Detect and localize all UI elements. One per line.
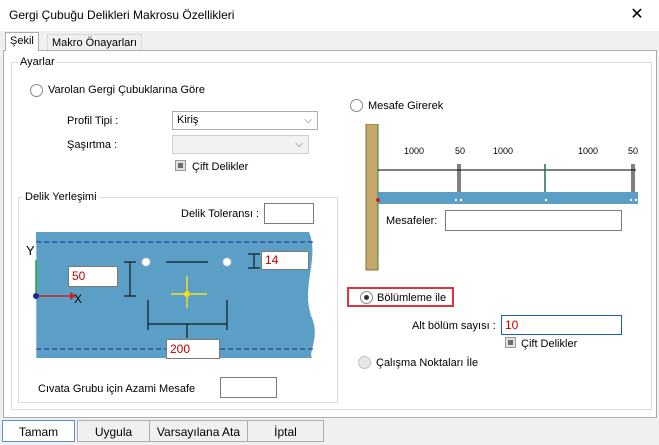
max-distance-input[interactable] xyxy=(220,377,277,398)
ok-button[interactable]: Tamam xyxy=(2,420,75,442)
chevron-down-icon: ⌵ xyxy=(295,139,303,150)
existing-rods-radio[interactable] xyxy=(30,84,43,97)
sub-count-label: Alt bölüm sayısı : xyxy=(412,320,496,332)
stagger-select[interactable]: ⌵ xyxy=(172,135,309,154)
distance-mode-label: Mesafe Girerek xyxy=(368,100,444,112)
y-axis-label: Y xyxy=(26,243,35,258)
beam-origin xyxy=(376,198,380,202)
sub-count-input[interactable]: 10 xyxy=(501,315,622,335)
tab-makro-onayarlari[interactable]: Makro Önayarları xyxy=(47,34,142,51)
center-point xyxy=(184,291,190,297)
hole-spacing-y-input[interactable]: 14 xyxy=(261,251,309,270)
beam-hole-3 xyxy=(544,198,548,202)
hole-left xyxy=(141,257,151,267)
profile-type-value: Kiriş xyxy=(177,114,199,126)
existing-double-holes-label: Çift Delikler xyxy=(192,161,249,173)
existing-rods-label: Varolan Gergi Çubuklarına Göre xyxy=(48,84,205,96)
column-shape xyxy=(365,124,379,271)
dim-label-2: 50 xyxy=(455,146,466,156)
existing-double-holes-checkbox[interactable] xyxy=(175,160,186,171)
hole-spacing-x-input[interactable]: 200 xyxy=(166,339,220,359)
distances-input[interactable] xyxy=(445,210,622,231)
dim-label-1: 1000 xyxy=(404,146,425,156)
distance-mode-radio[interactable] xyxy=(350,99,363,112)
division-mode-radio[interactable] xyxy=(360,291,373,304)
chevron-down-icon: ⌵ xyxy=(304,115,312,126)
dim-label-5: 50 xyxy=(628,146,639,156)
beam-hole-5 xyxy=(634,198,638,202)
profile-type-label: Profil Tipi : xyxy=(67,115,119,127)
dim-label-3: 1000 xyxy=(493,146,514,156)
profile-type-select[interactable]: Kiriş ⌵ xyxy=(172,111,318,130)
tolerance-input[interactable] xyxy=(264,203,314,224)
work-points-radio[interactable] xyxy=(358,356,371,369)
beam-shape xyxy=(378,192,638,204)
window-title: Gergi Çubuğu Delikleri Makrosu Özellikle… xyxy=(9,8,235,22)
work-points-label: Çalışma Noktaları İle xyxy=(376,357,479,369)
tab-sekil[interactable]: Şekil xyxy=(5,32,39,51)
y-offset-input[interactable]: 50 xyxy=(68,266,118,287)
tolerance-label: Delik Toleransı : xyxy=(181,208,260,220)
origin-point xyxy=(33,293,39,299)
distances-label: Mesafeler: xyxy=(386,215,438,227)
dim-label-4: 1000 xyxy=(578,146,599,156)
hole-right xyxy=(222,257,232,267)
beam-hole-2 xyxy=(459,198,463,202)
beam-hole-1 xyxy=(454,198,458,202)
cancel-button[interactable]: İptal xyxy=(247,420,324,442)
division-double-holes-label: Çift Delikler xyxy=(521,338,578,350)
apply-button[interactable]: Uygula xyxy=(77,420,150,442)
stagger-label: Şaşırtma : xyxy=(67,139,118,151)
close-icon[interactable]: ✕ xyxy=(627,5,647,25)
beam-hole-4 xyxy=(629,198,633,202)
division-double-holes-checkbox[interactable] xyxy=(505,337,516,348)
defaults-button[interactable]: Varsayılana Ata xyxy=(149,420,248,442)
division-mode-label: Bölümleme ile xyxy=(377,292,447,304)
x-axis-label: X xyxy=(74,292,83,306)
hole-placement-label: Delik Yerleşimi xyxy=(23,191,99,203)
settings-group-label: Ayarlar xyxy=(18,56,57,68)
max-distance-label: Cıvata Grubu için Azami Mesafe xyxy=(38,383,196,395)
